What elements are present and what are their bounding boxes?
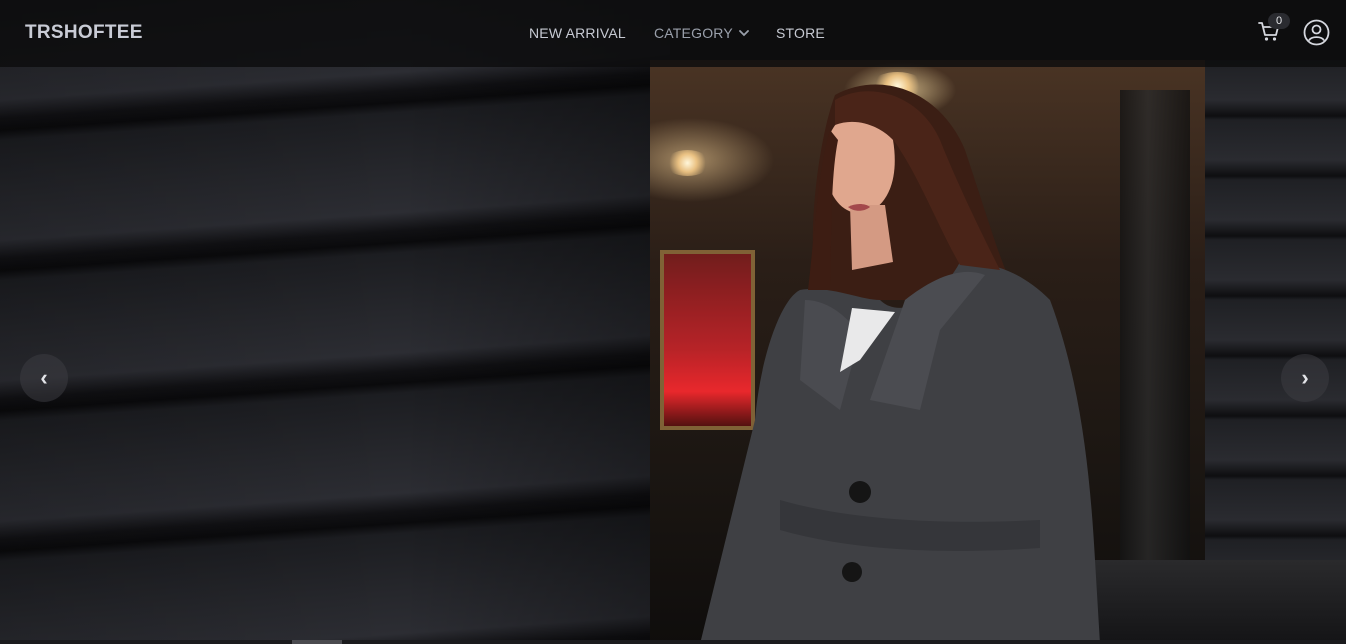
- nav-store[interactable]: STORE: [776, 25, 825, 41]
- user-circle-icon[interactable]: [1303, 19, 1330, 46]
- hero-carousel: [0, 0, 1346, 644]
- carousel-prev-button[interactable]: ‹: [20, 354, 68, 402]
- site-header: TRSHOFTEE NEW ARRIVAL CATEGORY STORE 0: [0, 0, 1346, 67]
- coat-button: [842, 562, 862, 582]
- brand-logo[interactable]: TRSHOFTEE: [25, 22, 143, 44]
- carousel-progress-active: [292, 640, 342, 644]
- nav-category[interactable]: CATEGORY: [654, 25, 749, 41]
- coat-button: [849, 481, 871, 503]
- carousel-progress: [0, 640, 1346, 644]
- carousel-next-button[interactable]: ›: [1281, 354, 1329, 402]
- nav-new-arrival[interactable]: NEW ARRIVAL: [529, 25, 626, 41]
- chevron-down-icon: [738, 30, 749, 37]
- nav-category-label: CATEGORY: [654, 25, 733, 41]
- cart-count-badge: 0: [1268, 13, 1290, 29]
- slide-image-woman: [700, 84, 1100, 644]
